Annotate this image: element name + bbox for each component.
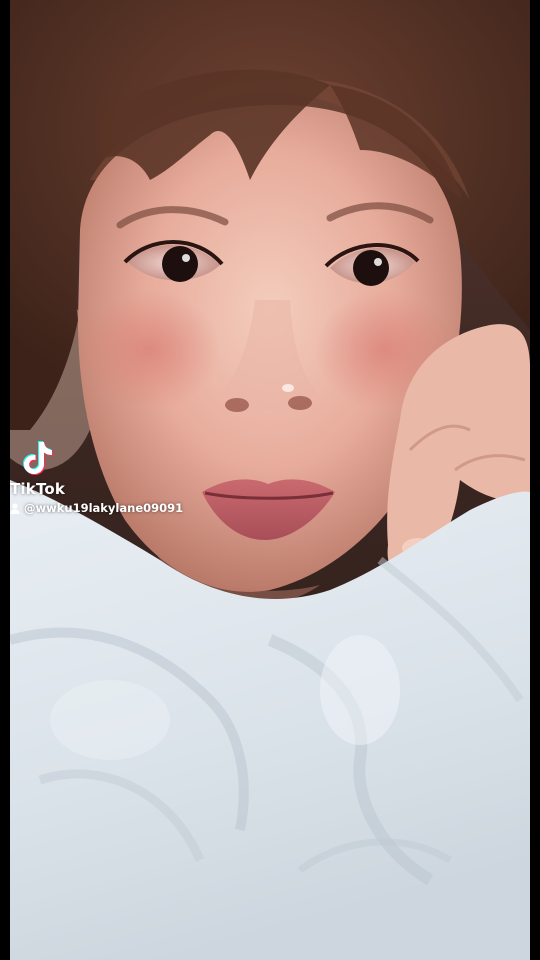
creator-handle-row: @wwku19lakylane09091 bbox=[10, 501, 183, 515]
letterbox-right bbox=[530, 0, 540, 960]
letterbox-left bbox=[0, 0, 10, 960]
tiktok-wordmark: TikTok bbox=[10, 480, 66, 498]
creator-handle: @wwku19lakylane09091 bbox=[24, 501, 184, 515]
tiktok-watermark: TikTok @wwku19lakylane09091 bbox=[10, 438, 183, 515]
user-icon bbox=[10, 502, 20, 514]
video-frame[interactable]: TikTok @wwku19lakylane09091 bbox=[0, 0, 540, 960]
tiktok-logo-icon bbox=[23, 441, 53, 475]
